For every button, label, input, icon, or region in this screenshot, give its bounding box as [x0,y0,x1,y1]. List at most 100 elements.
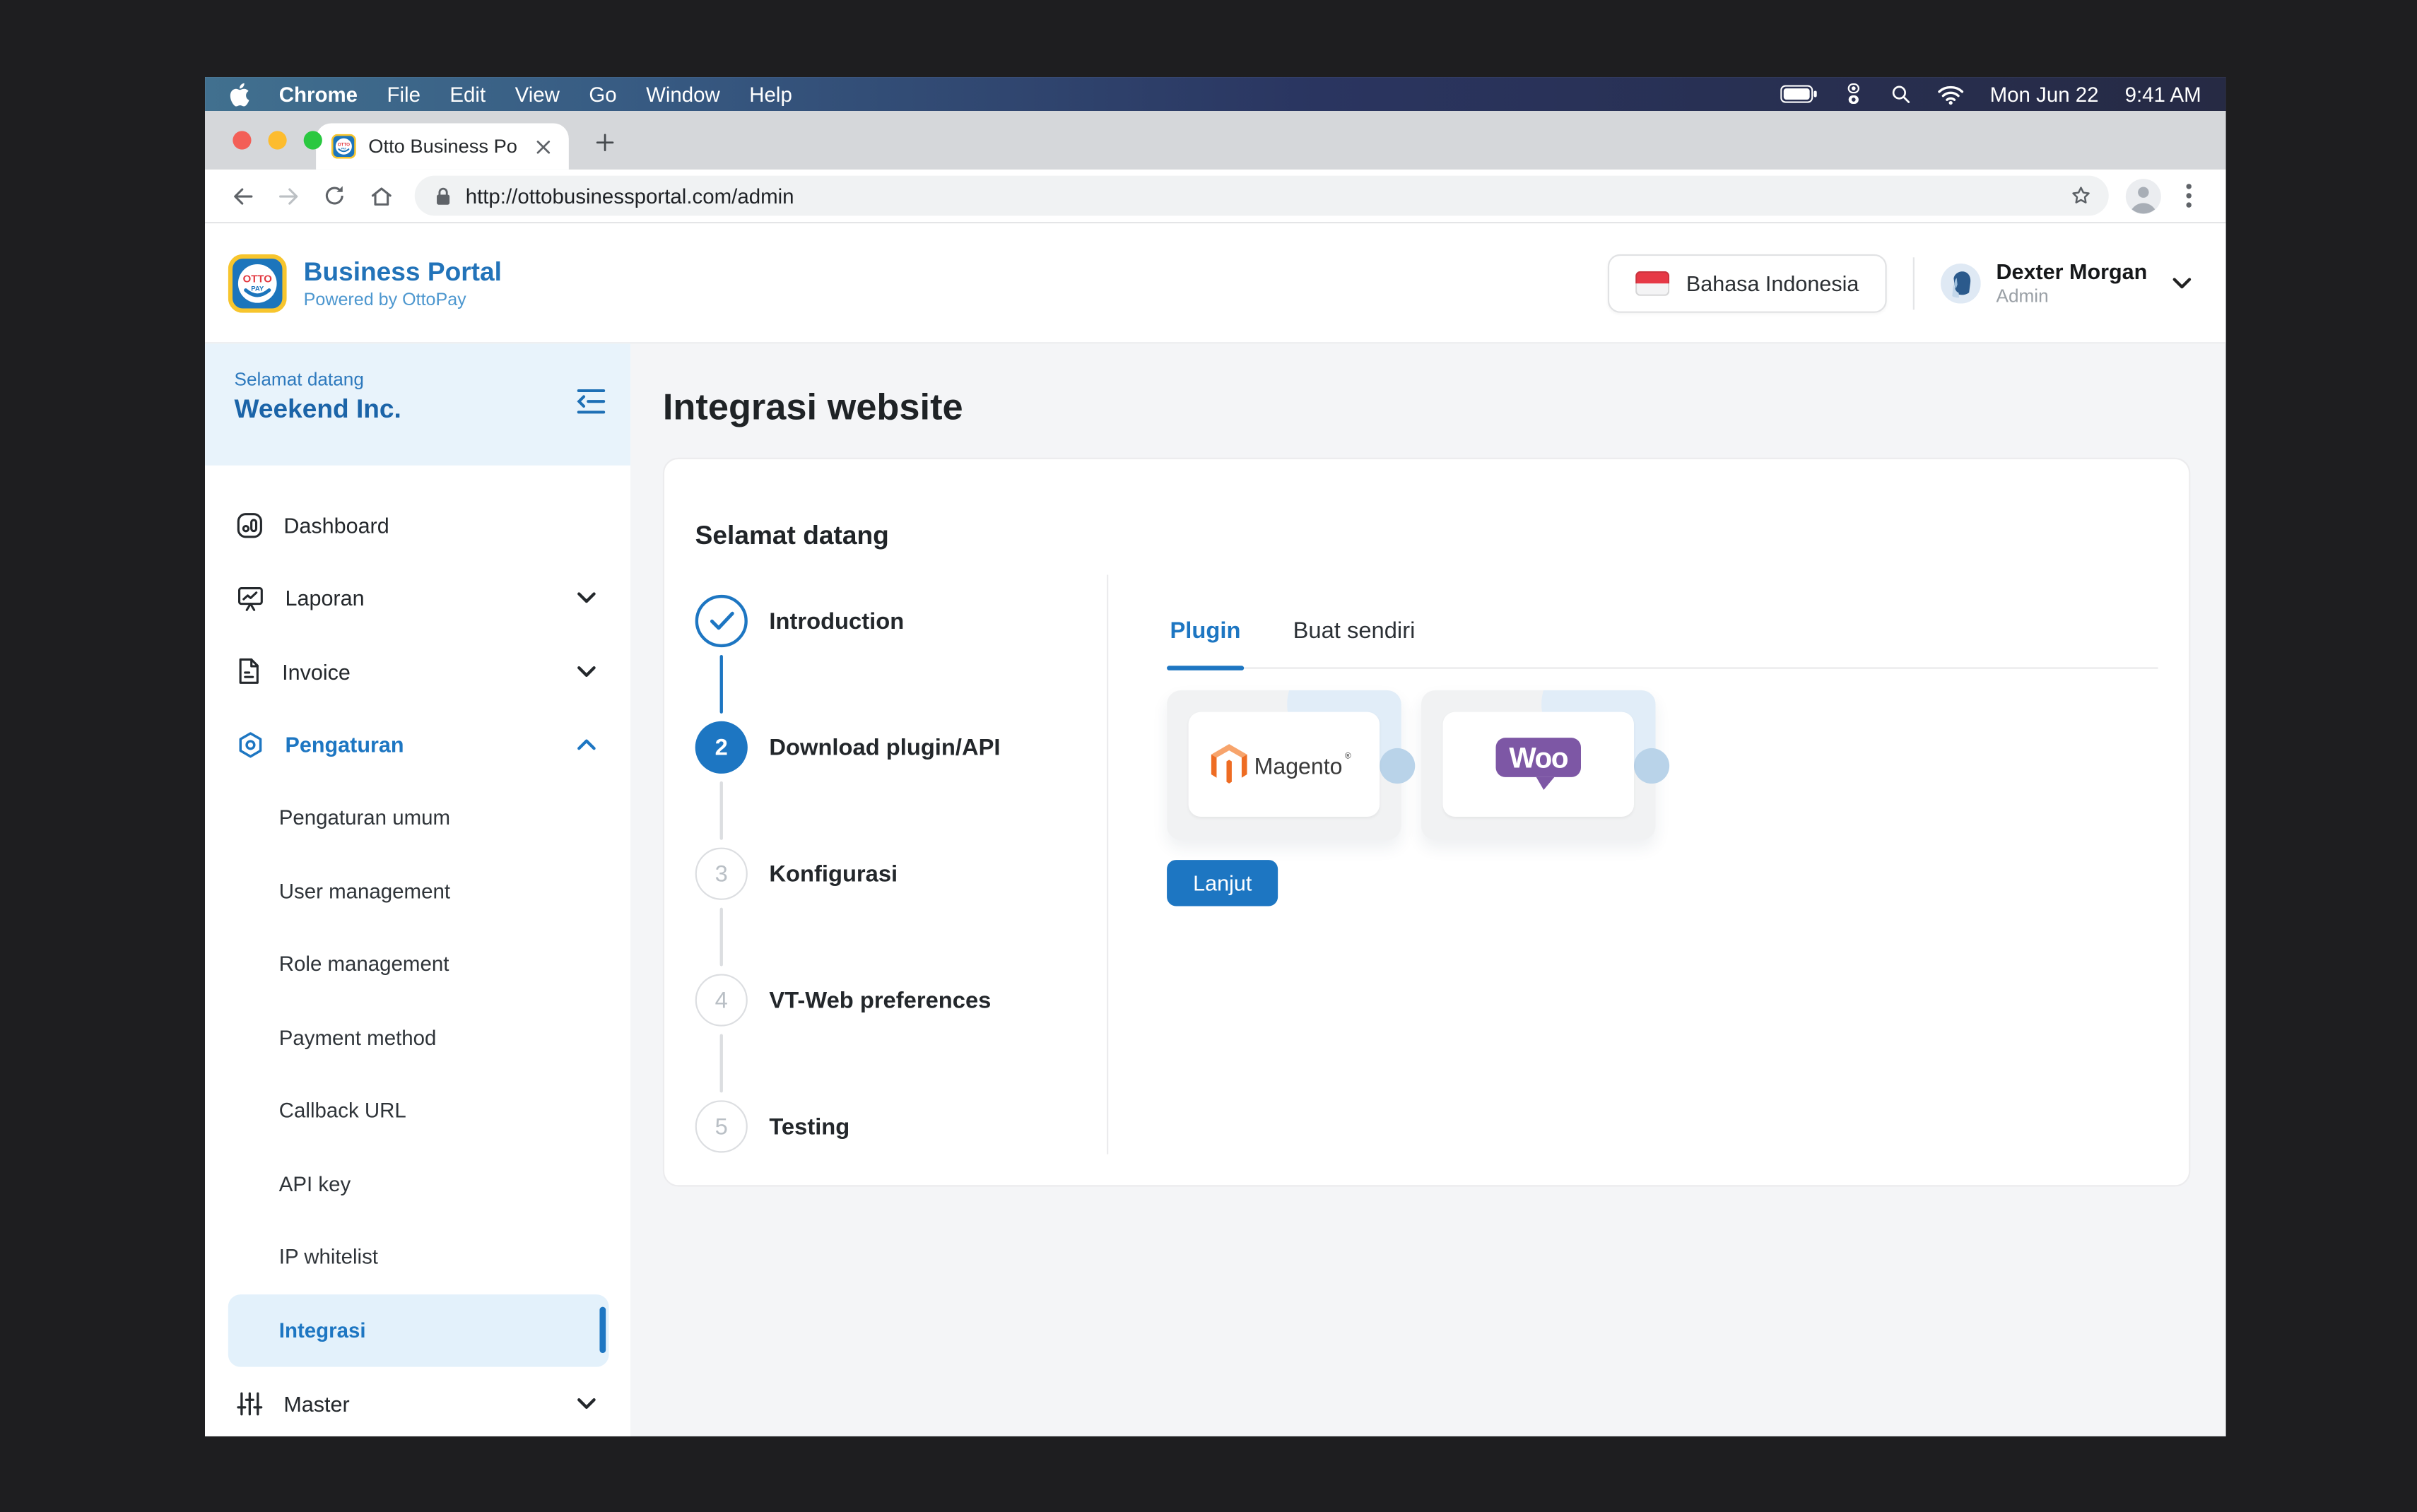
sidebar-subitem-ip-whitelist[interactable]: IP whitelist [228,1220,609,1294]
profile-icon[interactable] [2121,174,2164,217]
sidebar-subitem-user-management[interactable]: User management [228,854,609,928]
browser-tab[interactable]: OTTOPAY Otto Business Portal [316,123,569,169]
sidebar-subitem-label: IP whitelist [279,1246,378,1269]
active-indicator [599,1307,606,1353]
step-konfigurasi[interactable]: 3 Konfigurasi [695,846,1107,902]
plugin-logo-tile: Woo [1443,712,1634,817]
tab-close-icon[interactable] [530,134,555,159]
sidebar-item-laporan[interactable]: Laporan [205,562,630,635]
sidebar-item-invoice[interactable]: Invoice [205,635,630,709]
user-menu[interactable]: Dexter Morgan Admin [1941,259,2192,307]
brand-logo[interactable]: OTTOPAY Business Portal Powered by OttoP… [228,254,502,312]
sidebar-item-label: Invoice [282,659,351,684]
menu-window[interactable]: Window [646,83,720,106]
browser-toolbar: http://ottobusinessportal.com/admin [205,170,2225,223]
tab-plugin[interactable]: Plugin [1167,618,1244,668]
fullscreen-window-button[interactable] [304,131,322,149]
plugin-card-magento[interactable]: Magento® [1167,690,1401,840]
chevron-down-icon [2172,277,2192,289]
svg-text:OTTO: OTTO [243,273,272,285]
browser-window: Chrome File Edit View Go Window Help Mon Jun 2… [205,77,2225,1436]
forward-button[interactable] [266,174,310,217]
plugin-pane: Plugin Buat sendiri Magento® Woo Lanjut [1108,459,2189,1185]
menubar-date[interactable]: Mon Jun 22 [1990,83,2099,106]
reload-button[interactable] [313,174,356,217]
tab-strip: OTTOPAY Otto Business Portal [205,111,2225,170]
spotlight-icon[interactable] [1890,83,1912,105]
home-button[interactable] [359,174,402,217]
step-testing[interactable]: 5Testing [695,1099,1107,1154]
sidebar-subitem-label: Role management [279,952,449,976]
apple-icon[interactable] [230,83,249,106]
indonesia-flag-icon [1635,271,1669,295]
sidebar-subitem-label: Pengaturan umum [279,806,450,829]
status-icons [1780,83,1964,105]
sidebar-item-dashboard[interactable]: Dashboard [205,488,630,562]
address-bar[interactable]: http://ottobusinessportal.com/admin [415,176,2109,216]
master-icon [236,1390,264,1417]
menu-view[interactable]: View [515,83,560,106]
header-divider [1913,256,1915,309]
step-circle: 5 [695,1100,748,1152]
back-button[interactable] [220,174,264,217]
integration-card: Selamat datang Introduction2Download plu… [663,458,2190,1187]
main-content: Integrasi website Selamat datang Introdu… [630,343,2225,1436]
step-label: Download plugin/API [769,734,1000,760]
sidebar-subitem-integrasi[interactable]: Integrasi [228,1294,609,1367]
language-selector[interactable]: Bahasa Indonesia [1608,254,1887,312]
chevron-down-icon [577,592,596,604]
sidebar-collapse-icon[interactable] [577,389,606,415]
sidebar-item-pengaturan[interactable]: Pengaturan [205,708,630,781]
new-tab-button[interactable] [584,122,625,162]
menu-chrome[interactable]: Chrome [279,83,358,106]
control-center-icon[interactable] [1843,83,1863,105]
check-icon [695,595,748,647]
sidebar-item-label: Dashboard [283,513,389,538]
ottopay-logo-icon: OTTOPAY [228,254,287,312]
continue-button[interactable]: Lanjut [1167,860,1278,906]
sidebar-subitem-label: Integrasi [279,1318,366,1342]
menubar-apps: Chrome File Edit View Go Window Help [279,83,792,106]
step-label: Konfigurasi [769,861,898,887]
step-label: VT-Web preferences [769,987,991,1013]
battery-icon[interactable] [1780,85,1817,103]
sidebar-subitem-api-key[interactable]: API key [228,1147,609,1221]
minimize-window-button[interactable] [269,131,287,149]
menubar-status: Mon Jun 22 9:41 AM [1780,83,2201,106]
step-label: Introduction [769,608,904,634]
pengaturan-icon [236,730,265,759]
menu-edit[interactable]: Edit [449,83,486,106]
ottopay-favicon: OTTOPAY [331,134,356,159]
plugin-card-woocommerce[interactable]: Woo [1421,690,1656,840]
browser-menu-icon[interactable] [2168,174,2211,217]
sidebar-subitem-role-management[interactable]: Role management [228,928,609,1001]
menu-help[interactable]: Help [749,83,792,106]
wifi-icon[interactable] [1937,84,1963,104]
step-connector [720,908,723,967]
web-page: OTTOPAY Business Portal Powered by OttoP… [205,223,2225,1436]
plugin-logo-tile: Magento® [1189,712,1380,817]
menu-go[interactable]: Go [589,83,616,106]
sidebar-item-master[interactable]: Master [205,1367,630,1436]
svg-text:PAY: PAY [341,147,347,150]
brand-subtitle: Powered by OttoPay [304,290,502,309]
url-text: http://ottobusinessportal.com/admin [466,184,2055,208]
close-window-button[interactable] [233,131,251,149]
sidebar-subitem-payment-method[interactable]: Payment method [228,1001,609,1075]
menu-file[interactable]: File [387,83,420,106]
sidebar-subitem-pengaturan-umum[interactable]: Pengaturan umum [228,781,609,855]
screen: Chrome File Edit View Go Window Help Mon Jun 2… [0,0,2417,1512]
step-introduction[interactable]: Introduction [695,593,1107,649]
step-vt-web-preferences[interactable]: 4 VT-Web preferences [695,972,1107,1028]
menubar-clock[interactable]: 9:41 AM [2125,83,2201,106]
sidebar-subitem-callback-url[interactable]: Callback URL [228,1074,609,1147]
bookmark-star-icon[interactable] [2069,184,2093,208]
step-connector [720,1034,723,1093]
stepper: Introduction 2Download plugin/API 3 Konfigu… [695,593,1107,1154]
tab-buat-sendiri[interactable]: Buat sendiri [1290,618,1418,668]
svg-text:Woo: Woo [1509,741,1568,774]
svg-text:®: ® [1345,750,1351,760]
step-circle: 4 [695,974,748,1026]
step-circle: 3 [695,848,748,900]
step-download-plugin-api[interactable]: 2Download plugin/API [695,720,1107,776]
